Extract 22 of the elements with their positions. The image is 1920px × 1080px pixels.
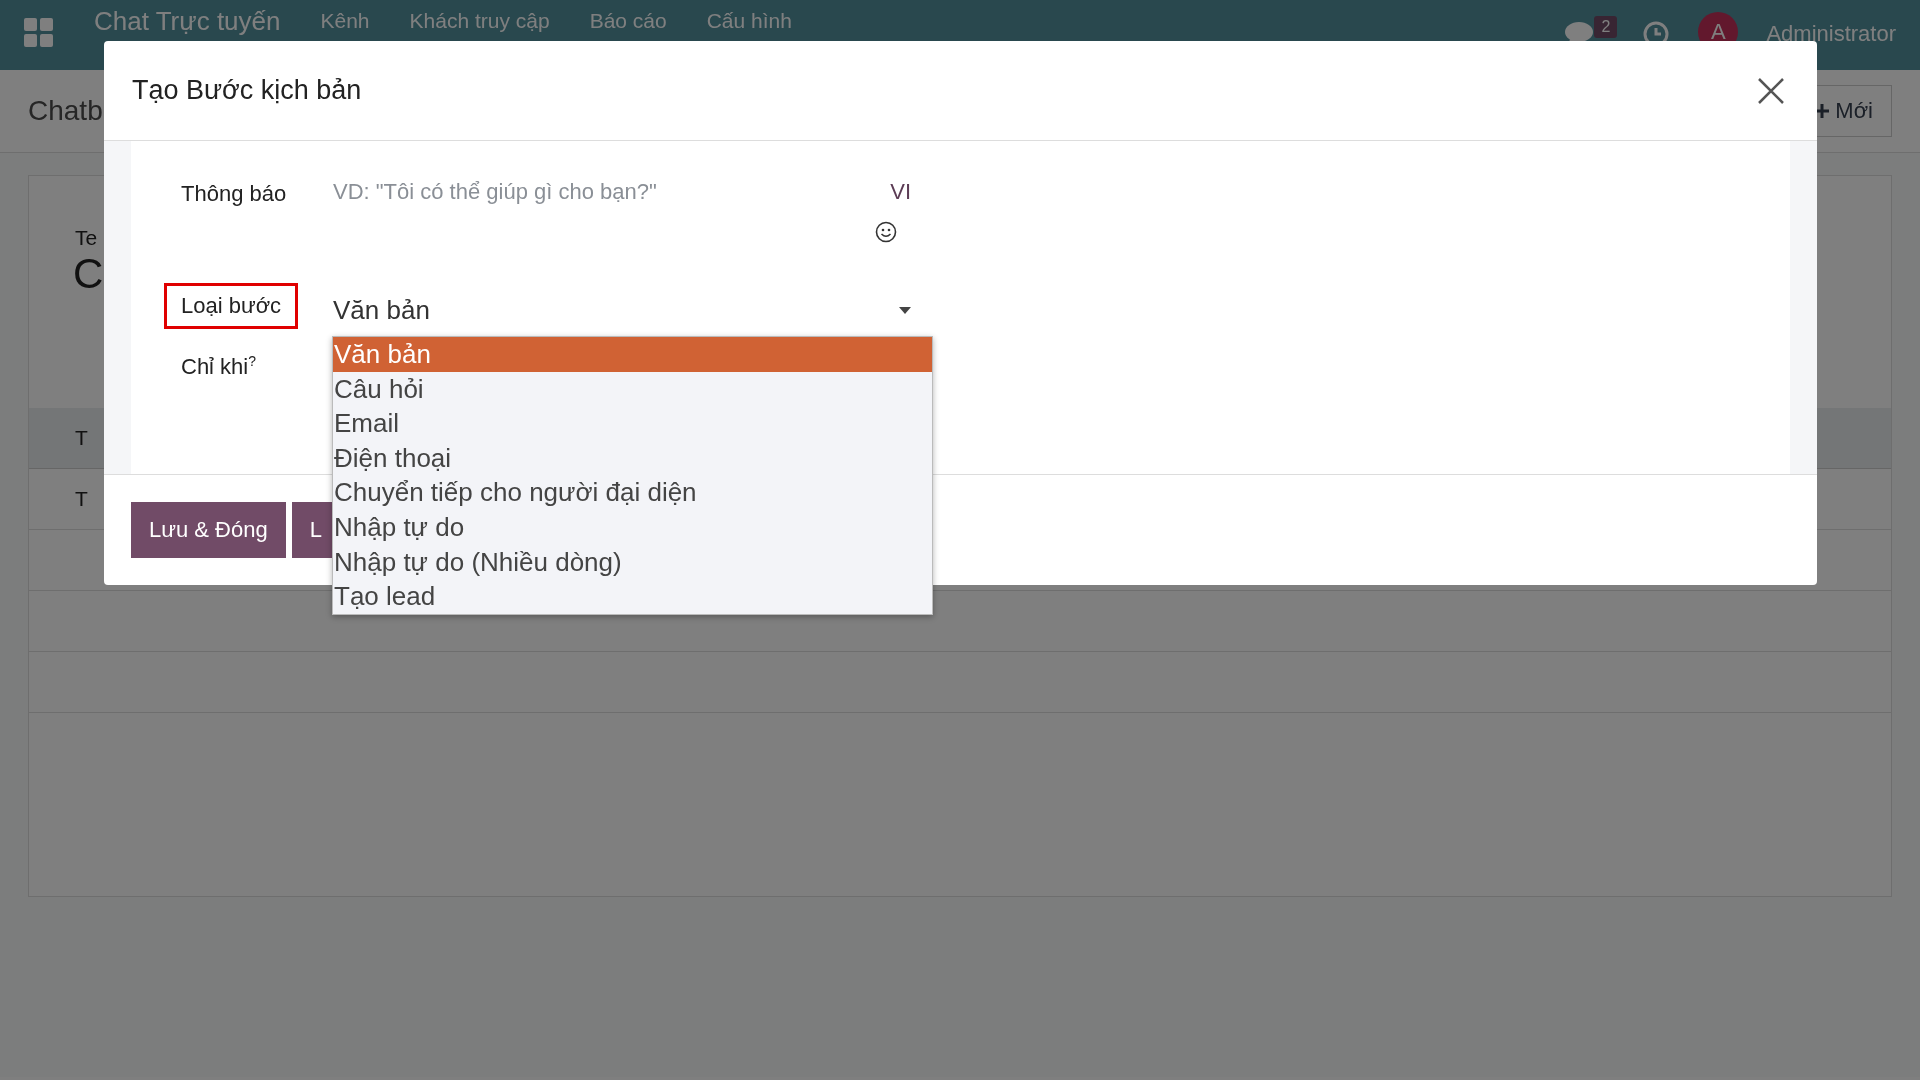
dropdown-option[interactable]: Điện thoại xyxy=(333,440,932,476)
apps-grid-icon[interactable] xyxy=(24,18,54,48)
step-type-select[interactable]: Văn bản xyxy=(333,283,911,330)
field-label: Loại bước xyxy=(164,283,299,330)
table-cell: T xyxy=(75,426,88,450)
save-button[interactable]: Lưu & Đóng xyxy=(131,502,286,558)
emoji-icon[interactable] xyxy=(875,221,897,243)
dropdown-option[interactable]: Câu hỏi xyxy=(333,371,932,407)
dropdown-option[interactable]: Tạo lead xyxy=(333,579,932,614)
field-label: Thông báo xyxy=(180,180,288,208)
caret-icon xyxy=(899,306,911,314)
table-cell: T xyxy=(75,487,88,511)
dialog-title: Tạo Bước kịch bản xyxy=(132,75,362,106)
dropdown-option[interactable]: Văn bản xyxy=(333,337,932,372)
field-label: Chỉ khi$^{?}$ xyxy=(180,352,258,382)
dropdown-option[interactable]: Email xyxy=(333,406,932,441)
language-button[interactable]: VI xyxy=(890,179,911,205)
field-label: Te xyxy=(75,226,98,250)
field-value: C xyxy=(73,250,104,298)
message-count-badge: 2 xyxy=(1594,16,1618,38)
plus-icon xyxy=(1815,104,1830,118)
breadcrumb[interactable]: Chatb xyxy=(28,95,103,127)
